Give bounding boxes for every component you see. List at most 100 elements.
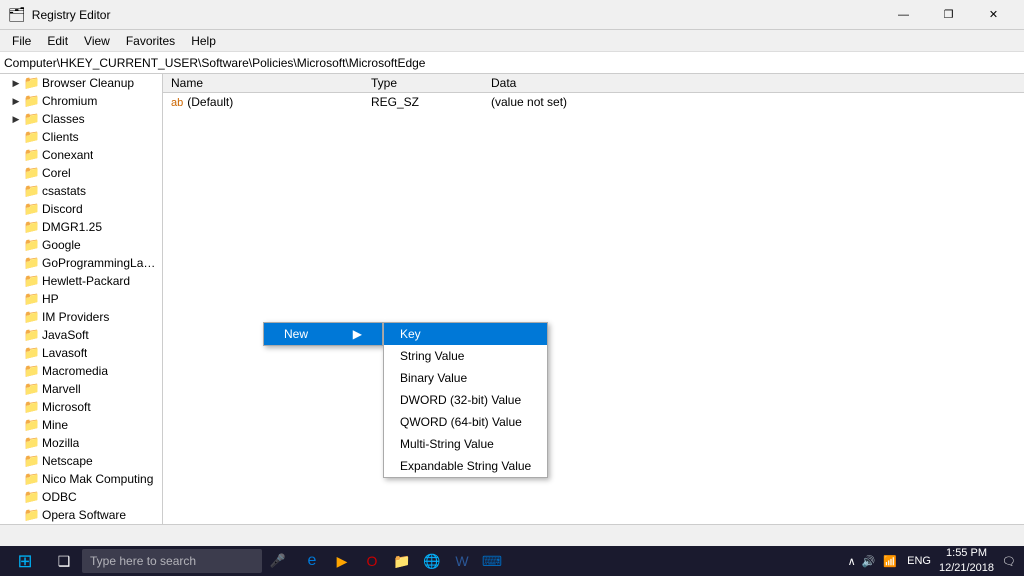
app-icon: 🗂 <box>8 6 26 23</box>
value-data: (value not set) <box>483 93 1024 112</box>
folder-icon: 📁 <box>24 165 40 181</box>
tree-item-improviders[interactable]: 📁 IM Providers <box>0 308 162 326</box>
taskbar-vlc-icon[interactable]: ▶ <box>328 547 356 575</box>
start-button[interactable]: ⊞ <box>0 546 50 576</box>
tree-label: csastats <box>42 184 86 198</box>
tree-item-mine[interactable]: 📁 Mine <box>0 416 162 434</box>
folder-icon: 📁 <box>24 507 40 523</box>
tree-label: Classes <box>42 112 85 126</box>
task-view-icon: ❑ <box>58 553 71 570</box>
tree-label: Netscape <box>42 454 93 468</box>
taskbar-chrome-icon[interactable]: 🌐 <box>418 547 446 575</box>
submenu-item-key[interactable]: Key <box>384 323 547 345</box>
tree-item-hp-full[interactable]: 📁 Hewlett-Packard <box>0 272 162 290</box>
col-data[interactable]: Data <box>483 74 1024 93</box>
submenu-item-binary[interactable]: Binary Value <box>384 367 547 389</box>
folder-icon: 📁 <box>24 219 40 235</box>
tree-item-opera[interactable]: 📁 Opera Software <box>0 506 162 524</box>
tree-panel[interactable]: 📁 Browser Cleanup 📁 Chromium 📁 Classes 📁… <box>0 74 163 524</box>
tree-label: ODBC <box>42 490 77 504</box>
address-bar: Computer\HKEY_CURRENT_USER\Software\Poli… <box>0 52 1024 74</box>
language-label[interactable]: ENG <box>907 555 931 567</box>
tree-item-odbc[interactable]: 📁 ODBC <box>0 488 162 506</box>
title-controls: — ❐ ✕ <box>881 0 1016 30</box>
tree-label: Corel <box>42 166 71 180</box>
address-path[interactable]: Computer\HKEY_CURRENT_USER\Software\Poli… <box>4 56 425 70</box>
tree-item-corel[interactable]: 📁 Corel <box>0 164 162 182</box>
tree-item-marvell[interactable]: 📁 Marvell <box>0 380 162 398</box>
tree-arrow <box>8 471 24 487</box>
menu-view[interactable]: View <box>76 32 118 50</box>
task-view-button[interactable]: ❑ <box>50 547 78 575</box>
tree-item-dmgr[interactable]: 📁 DMGR1.25 <box>0 218 162 236</box>
taskbar-word-icon[interactable]: W <box>448 547 476 575</box>
tree-label: Lavasoft <box>42 346 87 360</box>
taskbar-apps: e ▶ O 📁 🌐 W ⌨ <box>298 547 506 575</box>
col-name[interactable]: Name <box>163 74 363 93</box>
tree-label: GoProgrammingLangua <box>42 256 162 270</box>
tree-label: JavaSoft <box>42 328 89 342</box>
tree-arrow <box>8 345 24 361</box>
context-menu-container: New ▶ Key String Value Binary Value DWOR… <box>263 322 383 346</box>
taskbar-vscode-icon[interactable]: ⌨ <box>478 547 506 575</box>
taskbar-opera-icon[interactable]: O <box>358 547 386 575</box>
table-row[interactable]: ab(Default) REG_SZ (value not set) <box>163 93 1024 112</box>
tree-item-microsoft[interactable]: 📁 Microsoft <box>0 398 162 416</box>
context-menu-item-new[interactable]: New ▶ <box>264 323 382 345</box>
network-icon[interactable]: 🔊 <box>862 555 876 568</box>
taskbar: ⊞ ❑ 🎤 e ▶ O 📁 🌐 W ⌨ ∧ 🔊 📶 ENG 1:55 PM 12… <box>0 546 1024 576</box>
taskbar-files-icon[interactable]: 📁 <box>388 547 416 575</box>
tree-arrow <box>8 327 24 343</box>
tree-arrow <box>8 147 24 163</box>
tree-item-conexant[interactable]: 📁 Conexant <box>0 146 162 164</box>
tree-label: Browser Cleanup <box>42 76 134 90</box>
submenu-item-multistring[interactable]: Multi-String Value <box>384 433 547 455</box>
maximize-button[interactable]: ❐ <box>926 0 971 30</box>
tree-item-hp[interactable]: 📁 HP <box>0 290 162 308</box>
search-input[interactable] <box>82 549 262 573</box>
registry-table: Name Type Data ab(Default) REG_SZ (value… <box>163 74 1024 111</box>
tree-arrow <box>8 111 24 127</box>
menu-help[interactable]: Help <box>183 32 224 50</box>
tree-item-browser-cleanup[interactable]: 📁 Browser Cleanup <box>0 74 162 92</box>
tree-item-clients[interactable]: 📁 Clients <box>0 128 162 146</box>
notifications-icon[interactable]: 🗨 <box>1002 555 1016 568</box>
submenu-item-dword[interactable]: DWORD (32-bit) Value <box>384 389 547 411</box>
submenu-item-string[interactable]: String Value <box>384 345 547 367</box>
tree-item-google[interactable]: 📁 Google <box>0 236 162 254</box>
tree-item-javasoft[interactable]: 📁 JavaSoft <box>0 326 162 344</box>
tree-item-goprogramming[interactable]: 📁 GoProgrammingLangua <box>0 254 162 272</box>
tree-item-netscape[interactable]: 📁 Netscape <box>0 452 162 470</box>
tree-label: Marvell <box>42 382 81 396</box>
tree-item-chromium[interactable]: 📁 Chromium <box>0 92 162 110</box>
taskbar-edge-icon[interactable]: e <box>298 547 326 575</box>
clock[interactable]: 1:55 PM 12/21/2018 <box>939 546 994 576</box>
volume-icon[interactable]: 📶 <box>883 555 897 568</box>
tree-item-classes[interactable]: 📁 Classes <box>0 110 162 128</box>
tree-item-macromedia[interactable]: 📁 Macromedia <box>0 362 162 380</box>
tray-up-icon[interactable]: ∧ <box>848 555 856 568</box>
tree-label: Google <box>42 238 81 252</box>
folder-icon: 📁 <box>24 471 40 487</box>
minimize-button[interactable]: — <box>881 0 926 30</box>
tree-item-nicomak[interactable]: 📁 Nico Mak Computing <box>0 470 162 488</box>
folder-icon: 📁 <box>24 201 40 217</box>
menu-favorites[interactable]: Favorites <box>118 32 183 50</box>
tree-label: Nico Mak Computing <box>42 472 153 486</box>
submenu-item-expandable[interactable]: Expandable String Value <box>384 455 547 477</box>
close-button[interactable]: ✕ <box>971 0 1016 30</box>
tree-item-lavasoft[interactable]: 📁 Lavasoft <box>0 344 162 362</box>
tree-item-mozilla[interactable]: 📁 Mozilla <box>0 434 162 452</box>
system-tray: ∧ 🔊 📶 ENG 1:55 PM 12/21/2018 🗨 <box>848 546 1024 576</box>
tree-item-discord[interactable]: 📁 Discord <box>0 200 162 218</box>
title-bar: 🗂 Registry Editor — ❐ ✕ <box>0 0 1024 30</box>
tree-arrow <box>8 381 24 397</box>
submenu-item-qword[interactable]: QWORD (64-bit) Value <box>384 411 547 433</box>
menu-edit[interactable]: Edit <box>39 32 76 50</box>
menu-file[interactable]: File <box>4 32 39 50</box>
col-type[interactable]: Type <box>363 74 483 93</box>
tree-item-csastats[interactable]: 📁 csastats <box>0 182 162 200</box>
windows-logo-icon: ⊞ <box>17 551 32 572</box>
cortana-icon[interactable]: 🎤 <box>266 549 290 573</box>
tree-arrow <box>8 201 24 217</box>
